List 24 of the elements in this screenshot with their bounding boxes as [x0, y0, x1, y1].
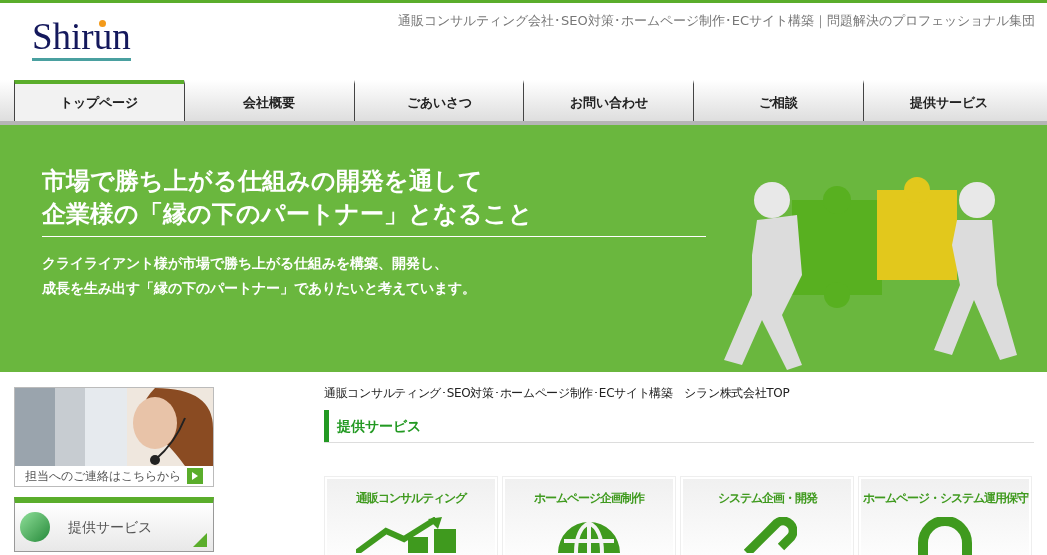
services-button[interactable]: 提供サービス: [14, 497, 214, 552]
service-title: ホームページ企画制作: [534, 490, 644, 507]
service-title: 通販コンサルティング: [356, 490, 466, 507]
tagline: 通販コンサルティング会社･SEO対策･ホームページ制作･ECサイト構築｜問題解決のプロフェッショナル集団: [398, 12, 1035, 31]
service-title: システム企画・開発: [717, 490, 817, 507]
logo[interactable]: Shirun: [32, 17, 131, 61]
nav-tab[interactable]: ごあいさつ: [353, 80, 524, 121]
nav-tab[interactable]: ご相談: [693, 80, 864, 121]
nav-tab[interactable]: トップページ: [14, 80, 184, 121]
hero-headline: 市場で勝ち上がる仕組みの開発を通して: [42, 166, 484, 197]
nav-tab[interactable]: お問い合わせ: [523, 80, 694, 121]
service-title: ホームページ・システム運用保守: [862, 490, 1028, 507]
contact-banner[interactable]: 担当へのご連絡はこちらから: [14, 387, 214, 487]
hero-text: 成長を生み出す「縁の下のパートナー」でありたいと考えています。: [42, 279, 477, 298]
play-icon: [187, 468, 203, 484]
nav-tab[interactable]: 会社概要: [183, 80, 354, 121]
section-title: 提供サービス: [324, 410, 1034, 442]
hero-headline: 企業様の「縁の下のパートナー」となること: [42, 199, 534, 230]
corner-icon: [193, 533, 207, 547]
arch-icon: [915, 517, 975, 555]
hero-text: クライライアント様が市場で勝ち上がる仕組みを構築、開発し、: [42, 254, 449, 273]
contact-link[interactable]: 担当へのご連絡はこちらから: [25, 467, 181, 485]
nav-tab[interactable]: 提供サービス: [863, 80, 1033, 121]
breadcrumb: 通販コンサルティング･SEO対策･ホームページ制作･ECサイト構築 シラン株式会社TOP: [324, 385, 791, 402]
